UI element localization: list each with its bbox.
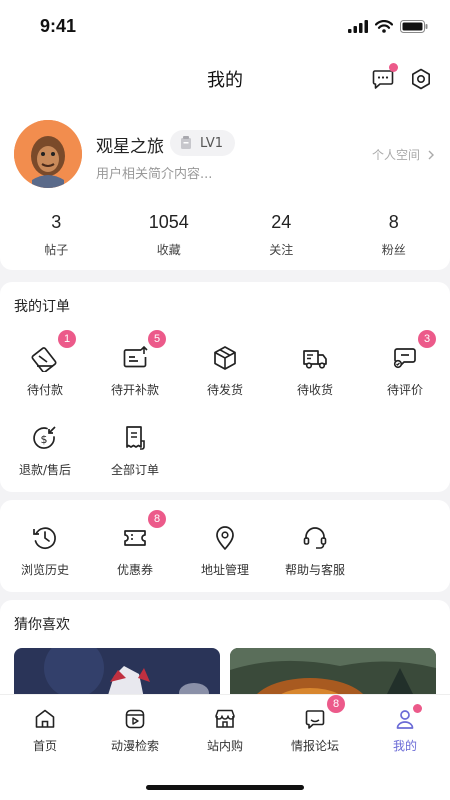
level-badge: LV1 xyxy=(170,130,235,156)
status-bar: 9:41 xyxy=(0,0,450,52)
headset-icon xyxy=(303,527,327,549)
order-pending-invoice[interactable]: 5 待开补款 xyxy=(90,330,180,398)
order-label: 待收货 xyxy=(296,383,333,397)
level-icon xyxy=(181,136,191,149)
badge: 8 xyxy=(148,510,166,528)
service-help[interactable]: 帮助与客服 xyxy=(270,524,360,578)
refund-icon: $ xyxy=(33,426,56,449)
signal-icon xyxy=(348,19,368,33)
order-all[interactable]: 全部订单 xyxy=(90,424,180,478)
badge: 5 xyxy=(148,330,166,348)
order-label: 待付款 xyxy=(26,383,63,397)
order-label: 待评价 xyxy=(386,383,423,397)
location-icon xyxy=(216,526,234,550)
order-label: 待开补款 xyxy=(110,383,159,397)
service-label: 浏览历史 xyxy=(20,563,69,577)
tab-label: 站内购 xyxy=(206,739,243,753)
settings-button[interactable] xyxy=(406,64,436,94)
service-coupons[interactable]: 8 优惠券 xyxy=(90,510,180,578)
status-time: 9:41 xyxy=(40,15,77,36)
services-card: 浏览历史 8 优惠券 地址管理 帮助与客服 xyxy=(0,500,450,592)
tab-label: 我的 xyxy=(392,739,417,753)
order-label: 退款/售后 xyxy=(18,463,72,477)
receipt-icon xyxy=(126,426,145,450)
shop-icon xyxy=(215,709,235,728)
service-label: 地址管理 xyxy=(200,563,249,577)
stat-value: 8 xyxy=(388,212,399,232)
tab-label: 首页 xyxy=(32,739,57,753)
tab-label: 情报论坛 xyxy=(290,739,339,753)
recommend-title: 猜你喜欢 xyxy=(14,617,70,633)
avatar[interactable] xyxy=(14,120,82,188)
stat-followers[interactable]: 8 粉丝 xyxy=(338,212,450,258)
tab-forum[interactable]: 8 情报论坛 xyxy=(270,695,360,754)
wallet-icon xyxy=(31,347,57,373)
battery-icon xyxy=(400,19,428,33)
truck-icon xyxy=(303,350,327,369)
invoice-icon xyxy=(123,345,148,368)
forum-icon xyxy=(305,710,325,729)
order-pending-shipment[interactable]: 待发货 xyxy=(180,344,270,398)
user-bio: 用户相关简介内容... xyxy=(96,167,213,182)
home-indicator xyxy=(146,785,304,790)
stat-label: 粉丝 xyxy=(381,243,406,257)
tab-label: 动漫检索 xyxy=(110,739,159,753)
personal-space-label: 个人空间 xyxy=(371,148,420,162)
stat-favorites[interactable]: 1054 收藏 xyxy=(113,212,226,258)
tab-home[interactable]: 首页 xyxy=(0,707,90,754)
service-history[interactable]: 浏览历史 xyxy=(0,524,90,578)
stat-following[interactable]: 24 关注 xyxy=(225,212,338,258)
personal-space-link[interactable]: 个人空间 xyxy=(372,146,434,163)
stat-label: 帖子 xyxy=(44,243,69,257)
order-pending-review[interactable]: 3 待评价 xyxy=(360,330,450,398)
stat-value: 24 xyxy=(271,212,292,232)
bottom-tab-bar: 首页 动漫检索 站内购 8 情报论坛 我的 xyxy=(0,694,450,800)
order-label: 待发货 xyxy=(206,383,243,397)
page-header: 我的 xyxy=(0,52,450,106)
stat-label: 收藏 xyxy=(156,243,181,257)
order-pending-receipt[interactable]: 待收货 xyxy=(270,344,360,398)
stat-value: 1054 xyxy=(148,212,189,232)
chevron-right-icon xyxy=(428,150,434,159)
orders-card: 我的订单 1 待付款 5 待开补款 待发货 待收货 3 待评价 $ 退款/售后 … xyxy=(0,282,450,492)
stat-value: 3 xyxy=(51,212,62,232)
stat-label: 关注 xyxy=(269,243,294,257)
messages-unread-dot xyxy=(389,63,398,72)
svg-text:$: $ xyxy=(41,433,48,446)
username: 观星之旅 xyxy=(96,137,164,157)
coupon-icon xyxy=(124,530,146,546)
package-icon xyxy=(214,346,236,370)
history-icon xyxy=(33,527,56,550)
settings-icon xyxy=(412,68,430,90)
level-label: LV1 xyxy=(200,135,223,151)
messages-button[interactable] xyxy=(368,63,398,94)
tab-profile[interactable]: 我的 xyxy=(360,704,450,754)
avatar-image xyxy=(14,120,82,188)
profile-stats: 3 帖子 1054 收藏 24 关注 8 粉丝 xyxy=(0,212,450,258)
wifi-icon xyxy=(375,19,393,33)
tab-shop[interactable]: 站内购 xyxy=(180,707,270,754)
service-label: 帮助与客服 xyxy=(284,563,345,577)
system-icons xyxy=(348,19,428,33)
badge: 3 xyxy=(418,330,436,348)
order-refund[interactable]: $ 退款/售后 xyxy=(0,424,90,478)
order-pending-payment[interactable]: 1 待付款 xyxy=(0,330,90,398)
home-icon xyxy=(35,709,55,728)
badge: 8 xyxy=(327,695,345,713)
order-label: 全部订单 xyxy=(110,463,159,477)
tab-anime-search[interactable]: 动漫检索 xyxy=(90,707,180,754)
stat-posts[interactable]: 3 帖子 xyxy=(0,212,113,258)
anime-search-icon xyxy=(125,709,145,729)
orders-title: 我的订单 xyxy=(14,299,70,315)
service-label: 优惠券 xyxy=(116,563,153,577)
badge: 1 xyxy=(58,330,76,348)
profile-unread-dot xyxy=(413,704,422,713)
profile-card: 观星之旅 LV1 用户相关简介内容... 个人空间 3 帖子 1054 收藏 2… xyxy=(0,106,450,270)
review-icon xyxy=(393,348,416,369)
service-address[interactable]: 地址管理 xyxy=(180,524,270,578)
